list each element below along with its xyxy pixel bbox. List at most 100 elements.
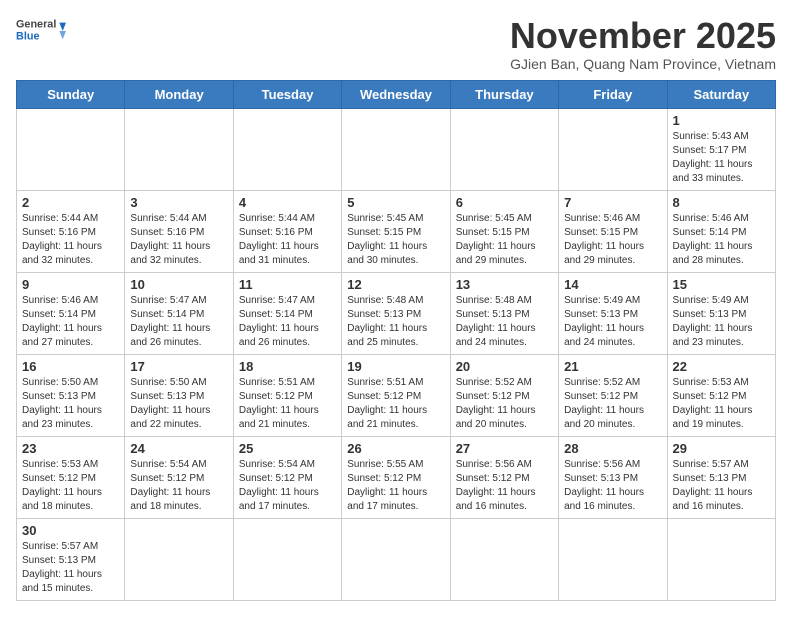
calendar-cell: 27Sunrise: 5:56 AM Sunset: 5:12 PM Dayli… <box>450 436 558 518</box>
day-number: 28 <box>564 441 661 456</box>
calendar-week-row: 30 Sunrise: 5:57 AM Sunset: 5:13 PM Dayli… <box>17 518 776 600</box>
cell-content: Sunrise: 5:49 AM Sunset: 5:13 PM Dayligh… <box>564 294 661 350</box>
calendar-cell: 18 Sunrise: 5:51 AM Sunset: 5:12 PM Dayli… <box>233 354 341 436</box>
cell-content: Sunrise: 5:44 AM Sunset: 5:16 PM Dayligh… <box>130 212 227 268</box>
calendar-week-row: 23 Sunrise: 5:53 AM Sunset: 5:12 PM Dayli… <box>17 436 776 518</box>
calendar-cell <box>559 518 667 600</box>
cell-content: Sunrise: 5:51 AM Sunset: 5:12 PM Dayligh… <box>239 376 336 432</box>
calendar-cell: 14 Sunrise: 5:49 AM Sunset: 5:13 PM Dayli… <box>559 272 667 354</box>
cell-content: Sunrise: 5:56 AM Sunset: 5:13 PM Dayligh… <box>564 458 661 514</box>
day-number: 3 <box>130 195 227 210</box>
calendar-cell: 3 Sunrise: 5:44 AM Sunset: 5:16 PM Daylig… <box>125 190 233 272</box>
col-thursday: Thursday <box>450 80 558 108</box>
cell-content: Sunrise: 5:44 AM Sunset: 5:16 PM Dayligh… <box>239 212 336 268</box>
day-number: 24 <box>130 441 227 456</box>
month-title: November 2025 <box>510 16 776 56</box>
calendar-cell: 22Sunrise: 5:53 AM Sunset: 5:12 PM Dayli… <box>667 354 775 436</box>
day-number: 18 <box>239 359 336 374</box>
calendar-cell: 10 Sunrise: 5:47 AM Sunset: 5:14 PM Dayli… <box>125 272 233 354</box>
calendar-cell: 29Sunrise: 5:57 AM Sunset: 5:13 PM Dayli… <box>667 436 775 518</box>
day-number: 10 <box>130 277 227 292</box>
col-wednesday: Wednesday <box>342 80 450 108</box>
cell-content: Sunrise: 5:47 AM Sunset: 5:14 PM Dayligh… <box>130 294 227 350</box>
cell-content: Sunrise: 5:48 AM Sunset: 5:13 PM Dayligh… <box>347 294 444 350</box>
calendar-cell <box>342 518 450 600</box>
col-tuesday: Tuesday <box>233 80 341 108</box>
calendar-table: Sunday Monday Tuesday Wednesday Thursday… <box>16 80 776 601</box>
cell-content: Sunrise: 5:43 AM Sunset: 5:17 PM Dayligh… <box>673 130 770 186</box>
calendar-header-row: Sunday Monday Tuesday Wednesday Thursday… <box>17 80 776 108</box>
day-number: 19 <box>347 359 444 374</box>
col-saturday: Saturday <box>667 80 775 108</box>
calendar-week-row: 9 Sunrise: 5:46 AM Sunset: 5:14 PM Daylig… <box>17 272 776 354</box>
col-sunday: Sunday <box>17 80 125 108</box>
svg-text:General: General <box>16 19 56 31</box>
cell-content: Sunrise: 5:50 AM Sunset: 5:13 PM Dayligh… <box>22 376 119 432</box>
cell-content: Sunrise: 5:52 AM Sunset: 5:12 PM Dayligh… <box>456 376 553 432</box>
day-number: 16 <box>22 359 119 374</box>
day-number: 14 <box>564 277 661 292</box>
calendar-cell: 11 Sunrise: 5:47 AM Sunset: 5:14 PM Dayli… <box>233 272 341 354</box>
cell-content: Sunrise: 5:53 AM Sunset: 5:12 PM Dayligh… <box>22 458 119 514</box>
calendar-cell: 25Sunrise: 5:54 AM Sunset: 5:12 PM Dayli… <box>233 436 341 518</box>
cell-content: Sunrise: 5:52 AM Sunset: 5:12 PM Dayligh… <box>564 376 661 432</box>
cell-content: Sunrise: 5:45 AM Sunset: 5:15 PM Dayligh… <box>347 212 444 268</box>
day-number: 26 <box>347 441 444 456</box>
calendar-cell: 30 Sunrise: 5:57 AM Sunset: 5:13 PM Dayli… <box>17 518 125 600</box>
day-number: 9 <box>22 277 119 292</box>
day-number: 30 <box>22 523 119 538</box>
title-area: November 2025 GJien Ban, Quang Nam Provi… <box>510 16 776 72</box>
location-subtitle: GJien Ban, Quang Nam Province, Vietnam <box>510 56 776 72</box>
cell-content: Sunrise: 5:54 AM Sunset: 5:12 PM Dayligh… <box>239 458 336 514</box>
day-number: 11 <box>239 277 336 292</box>
calendar-cell: 6 Sunrise: 5:45 AM Sunset: 5:15 PM Daylig… <box>450 190 558 272</box>
calendar-cell: 24 Sunrise: 5:54 AM Sunset: 5:12 PM Dayli… <box>125 436 233 518</box>
cell-content: Sunrise: 5:46 AM Sunset: 5:14 PM Dayligh… <box>22 294 119 350</box>
cell-content: Sunrise: 5:54 AM Sunset: 5:12 PM Dayligh… <box>130 458 227 514</box>
cell-content: Sunrise: 5:48 AM Sunset: 5:13 PM Dayligh… <box>456 294 553 350</box>
calendar-cell <box>233 518 341 600</box>
day-number: 13 <box>456 277 553 292</box>
calendar-week-row: 2 Sunrise: 5:44 AM Sunset: 5:16 PM Daylig… <box>17 190 776 272</box>
day-number: 12 <box>347 277 444 292</box>
calendar-week-row: 1 Sunrise: 5:43 AM Sunset: 5:17 PM Daylig… <box>17 108 776 190</box>
calendar-cell: 2 Sunrise: 5:44 AM Sunset: 5:16 PM Daylig… <box>17 190 125 272</box>
cell-content: Sunrise: 5:50 AM Sunset: 5:13 PM Dayligh… <box>130 376 227 432</box>
day-number: 8 <box>673 195 770 210</box>
cell-content: Sunrise: 5:44 AM Sunset: 5:16 PM Dayligh… <box>22 212 119 268</box>
cell-content: Sunrise: 5:45 AM Sunset: 5:15 PM Dayligh… <box>456 212 553 268</box>
calendar-cell <box>233 108 341 190</box>
cell-content: Sunrise: 5:51 AM Sunset: 5:12 PM Dayligh… <box>347 376 444 432</box>
cell-content: Sunrise: 5:53 AM Sunset: 5:12 PM Dayligh… <box>673 376 770 432</box>
day-number: 5 <box>347 195 444 210</box>
calendar-cell: 7Sunrise: 5:46 AM Sunset: 5:15 PM Daylig… <box>559 190 667 272</box>
day-number: 20 <box>456 359 553 374</box>
cell-content: Sunrise: 5:47 AM Sunset: 5:14 PM Dayligh… <box>239 294 336 350</box>
day-number: 27 <box>456 441 553 456</box>
cell-content: Sunrise: 5:57 AM Sunset: 5:13 PM Dayligh… <box>22 540 119 596</box>
calendar-cell: 16 Sunrise: 5:50 AM Sunset: 5:13 PM Dayli… <box>17 354 125 436</box>
calendar-cell: 26 Sunrise: 5:55 AM Sunset: 5:12 PM Dayli… <box>342 436 450 518</box>
day-number: 1 <box>673 113 770 128</box>
calendar-cell <box>342 108 450 190</box>
day-number: 17 <box>130 359 227 374</box>
logo: General Blue <box>16 16 66 48</box>
day-number: 7 <box>564 195 661 210</box>
calendar-cell: 21Sunrise: 5:52 AM Sunset: 5:12 PM Dayli… <box>559 354 667 436</box>
day-number: 2 <box>22 195 119 210</box>
cell-content: Sunrise: 5:55 AM Sunset: 5:12 PM Dayligh… <box>347 458 444 514</box>
day-number: 23 <box>22 441 119 456</box>
calendar-cell: 9 Sunrise: 5:46 AM Sunset: 5:14 PM Daylig… <box>17 272 125 354</box>
calendar-cell: 13 Sunrise: 5:48 AM Sunset: 5:13 PM Dayli… <box>450 272 558 354</box>
calendar-cell: 4 Sunrise: 5:44 AM Sunset: 5:16 PM Daylig… <box>233 190 341 272</box>
calendar-cell <box>450 518 558 600</box>
calendar-cell: 8 Sunrise: 5:46 AM Sunset: 5:14 PM Daylig… <box>667 190 775 272</box>
calendar-cell <box>559 108 667 190</box>
day-number: 6 <box>456 195 553 210</box>
calendar-cell: 23 Sunrise: 5:53 AM Sunset: 5:12 PM Dayli… <box>17 436 125 518</box>
col-monday: Monday <box>125 80 233 108</box>
calendar-cell: 28 Sunrise: 5:56 AM Sunset: 5:13 PM Dayli… <box>559 436 667 518</box>
cell-content: Sunrise: 5:49 AM Sunset: 5:13 PM Dayligh… <box>673 294 770 350</box>
day-number: 4 <box>239 195 336 210</box>
cell-content: Sunrise: 5:46 AM Sunset: 5:14 PM Dayligh… <box>673 212 770 268</box>
